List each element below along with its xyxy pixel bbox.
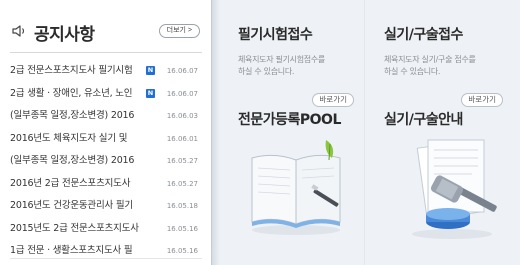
notice-item-title[interactable]: 2016년도 체육지도자 실기 및 — [10, 128, 127, 151]
open-book-icon — [251, 140, 341, 235]
practical-guide-card[interactable]: 바로가기 실기/구술안내 — [384, 93, 509, 128]
notice-item-date: 16.06.01 — [166, 134, 198, 143]
practical-guide-title[interactable]: 실기/구술안내 — [384, 109, 463, 129]
notice-item[interactable]: 2016년도 건강운동관리사 필기 16.05.18 — [10, 195, 204, 218]
judge-gavel-icon — [412, 139, 497, 239]
notice-item[interactable]: 1급 전문 · 생활스포츠지도사 필 16.05.16 — [10, 240, 204, 263]
written-exam-desc-line2: 하실 수 있습니다. — [238, 67, 295, 76]
notice-item[interactable]: 2급 생활 · 장애인, 유소년, 노인 N 16.06.07 — [10, 83, 204, 106]
notice-item-title[interactable]: 2016년도 건강운동관리사 필기 — [10, 195, 133, 218]
notice-item-date: 16.05.16 — [166, 224, 198, 233]
practical-exam-desc-line1: 체육지도자 실기/구술 접수를 — [384, 55, 476, 64]
notice-item-date: 16.05.27 — [166, 179, 198, 188]
written-exam-desc: 체육지도자 필기시험접수를 하실 수 있습니다. — [238, 54, 375, 78]
notice-item-date: 16.05.16 — [166, 247, 198, 255]
pro-register-title[interactable]: 전문가등록POOL — [238, 109, 341, 129]
speaker-icon — [12, 25, 25, 37]
practical-exam-card[interactable]: 실기/구술접수 체육지도자 실기/구술 접수를 하실 수 있습니다. — [384, 24, 520, 84]
notice-item-title[interactable]: (일부종목 일정,장소변경) 2016 — [10, 150, 134, 173]
notice-item-title[interactable]: (일부종목 일정,장소변경) 2016 — [10, 105, 134, 128]
pro-register-go-button[interactable]: 바로가기 — [312, 93, 354, 107]
pro-register-card[interactable]: 바로가기 전문가등록POOL — [238, 93, 360, 128]
practical-guide-go-button[interactable]: 바로가기 — [461, 93, 503, 107]
notice-divider — [10, 52, 202, 53]
notice-header: 공지사항 더보기 > — [10, 12, 202, 48]
notice-item-date: 16.06.03 — [166, 112, 198, 120]
notice-more-button[interactable]: 더보기 > — [158, 24, 200, 38]
notice-item[interactable]: (일부종목 일정,장소변경) 2016 16.06.03 — [10, 105, 204, 128]
written-exam-card[interactable]: 필기시험접수 체육지도자 필기시험접수를 하실 수 있습니다. — [238, 24, 375, 84]
notice-item-date: 16.05.18 — [166, 202, 198, 210]
new-badge: N — [146, 88, 155, 98]
practical-exam-desc-line2: 하실 수 있습니다. — [384, 67, 441, 76]
notice-list: 2급 전문스포츠지도사 필기시험 N 16.06.07 2급 생활 · 장애인, 유소… — [10, 60, 204, 263]
notice-item[interactable]: 2016년도 체육지도자 실기 및 16.06.01 — [10, 128, 204, 151]
notice-item[interactable]: (일부종목 일정,장소변경) 2016 16.05.27 — [10, 150, 204, 173]
notice-item[interactable]: 2016년 2급 전문스포츠지도사 16.05.27 — [10, 173, 204, 196]
notice-bottom-divider — [10, 258, 202, 259]
notice-item-title[interactable]: 2급 생활 · 장애인, 유소년, 노인 — [10, 83, 133, 106]
notice-item-title[interactable]: 2016년 2급 전문스포츠지도사 — [10, 173, 130, 196]
notice-item-date: 16.06.07 — [166, 67, 198, 75]
notice-item-title[interactable]: 2급 전문스포츠지도사 필기시험 — [10, 60, 133, 83]
notice-item-title[interactable]: 2015년도 2급 전문스포츠지도사 — [10, 218, 139, 241]
notice-item-title[interactable]: 1급 전문 · 생활스포츠지도사 필 — [10, 240, 133, 263]
notice-item-date: 16.05.27 — [166, 157, 198, 165]
notice-item[interactable]: 2015년도 2급 전문스포츠지도사 16.05.16 — [10, 218, 204, 241]
notice-item[interactable]: 2급 전문스포츠지도사 필기시험 N 16.06.07 — [10, 60, 204, 83]
written-exam-title[interactable]: 필기시험접수 — [238, 24, 313, 44]
notice-item-date: 16.06.07 — [166, 89, 198, 98]
new-badge: N — [146, 66, 155, 75]
practical-exam-title[interactable]: 실기/구술접수 — [384, 24, 463, 44]
notice-panel: 공지사항 더보기 > 2급 전문스포츠지도사 필기시험 N 16.06.07 2급 생… — [0, 0, 220, 265]
written-exam-desc-line1: 체육지도자 필기시험접수를 — [238, 55, 325, 64]
notice-title: 공지사항 — [34, 25, 95, 45]
practical-exam-desc: 체육지도자 실기/구술 접수를 하실 수 있습니다. — [384, 54, 520, 78]
